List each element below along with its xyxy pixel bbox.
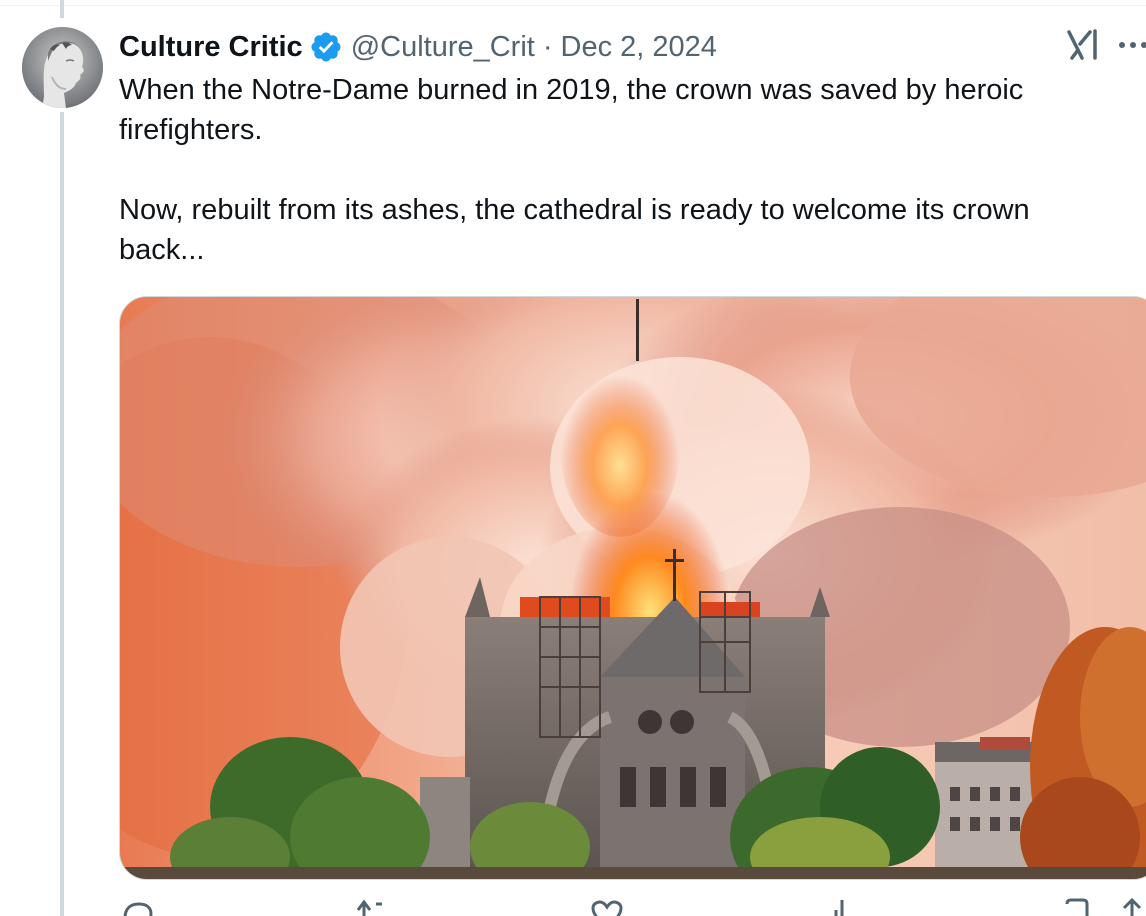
reply-button[interactable] (119, 898, 155, 916)
views-button[interactable] (824, 898, 860, 916)
share-icon (1122, 898, 1142, 916)
handle[interactable]: @Culture_Crit (351, 31, 535, 64)
tweet-paragraph: Now, rebuilt from its ashes, the cathedr… (119, 194, 1030, 266)
grok-icon[interactable] (1066, 28, 1102, 62)
reply-icon (123, 902, 153, 916)
retweet-icon (356, 899, 382, 916)
views-icon (834, 900, 850, 916)
avatar[interactable] (22, 27, 103, 108)
separator: · (542, 30, 553, 63)
tweet-header: Culture Critic @Culture_Crit · Dec 2, 20… (119, 28, 717, 66)
tweet-paragraph: When the Notre-Dame burned in 2019, the … (119, 74, 1024, 146)
like-button[interactable] (589, 898, 625, 916)
more-icon[interactable] (1118, 38, 1146, 52)
thread-line (60, 112, 64, 916)
photo-notre-dame-fire-icon (120, 297, 1146, 879)
timestamp[interactable]: Dec 2, 2024 (561, 31, 717, 64)
display-name[interactable]: Culture Critic (119, 31, 303, 64)
divider (0, 0, 1146, 6)
verified-badge-icon[interactable] (309, 30, 343, 64)
tweet-text: When the Notre-Dame burned in 2019, the … (119, 70, 1119, 270)
share-button[interactable] (1114, 898, 1146, 916)
retweet-button[interactable] (354, 898, 390, 916)
bookmark-icon (1065, 898, 1089, 916)
tweet[interactable]: Culture Critic @Culture_Crit · Dec 2, 20… (0, 0, 1146, 916)
tweet-photo[interactable] (119, 296, 1146, 880)
bookmark-button[interactable] (1059, 898, 1095, 916)
like-icon (591, 900, 623, 916)
action-bar (119, 898, 1146, 916)
thread-line-top (60, 0, 64, 18)
